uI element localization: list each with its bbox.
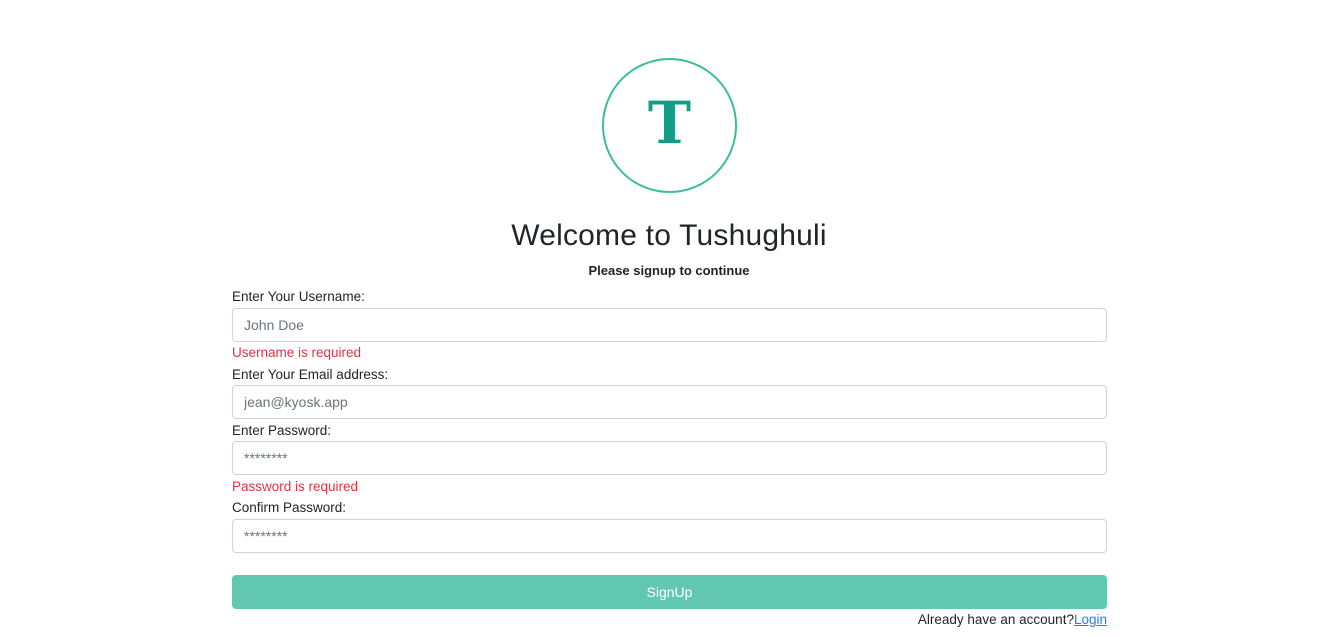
username-error: Username is required (232, 345, 362, 360)
confirm-password-label: Confirm Password: (232, 500, 347, 515)
confirm-password-input[interactable] (232, 519, 1107, 553)
username-label: Enter Your Username: (232, 289, 365, 304)
login-link[interactable]: Login (1074, 612, 1107, 627)
signup-page: T Welcome to Tushughuli Please signup to… (0, 0, 1344, 637)
email-input[interactable] (232, 385, 1107, 419)
password-label: Enter Password: (232, 423, 332, 438)
email-label: Enter Your Email address: (232, 367, 389, 382)
signup-button[interactable]: SignUp (232, 575, 1107, 609)
password-error: Password is required (232, 479, 359, 494)
login-prompt-text: Already have an account? (917, 612, 1074, 627)
username-input[interactable] (232, 308, 1107, 342)
logo-letter: T (647, 88, 692, 157)
password-input[interactable] (232, 441, 1107, 475)
page-subtitle: Please signup to continue (588, 263, 750, 278)
logo-circle: T (602, 58, 737, 193)
login-prompt-row: Already have an account?Login (918, 612, 1107, 627)
page-title: Welcome to Tushughuli (511, 219, 827, 252)
